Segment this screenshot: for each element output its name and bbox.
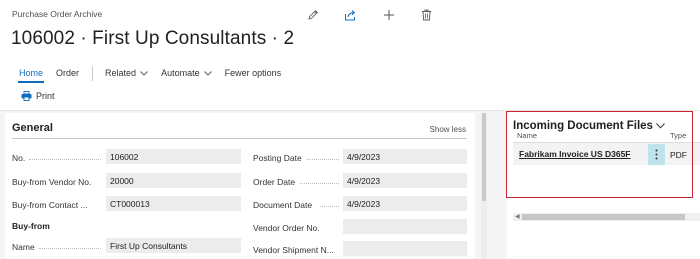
field-label-vendor-shipment-no: Vendor Shipment N... [253,245,334,255]
field-dots [300,183,339,184]
trash-icon[interactable] [418,7,434,23]
field-dots [320,206,339,207]
chevron-down-icon [140,70,148,76]
show-less-link[interactable]: Show less [430,125,466,134]
tab-automate-label: Automate [161,68,200,78]
field-value-no[interactable]: 106002 [106,149,241,164]
tab-related[interactable]: Related [105,68,148,78]
scroll-left-icon[interactable]: ◀ [515,213,520,220]
field-label-no: No. [12,153,26,163]
fewer-options-button[interactable]: Fewer options [225,68,282,78]
field-label-document-date: Document Date [253,200,313,210]
field-value-vendor-order-no[interactable] [343,219,467,234]
field-label-posting-date: Posting Date [253,153,302,163]
share-icon[interactable] [342,7,358,23]
scrollbar-thumb[interactable] [522,214,685,220]
print-label: Print [36,91,55,101]
horizontal-scrollbar[interactable]: ◀ [513,213,700,221]
field-value-name[interactable]: First Up Consultants [106,238,241,253]
plus-icon[interactable] [381,7,397,23]
tab-order-label: Order [56,68,80,78]
field-label-order-date: Order Date [253,177,296,187]
field-dots [29,159,101,160]
field-value-vendor-shipment-no[interactable] [343,241,467,256]
tab-related-label: Related [105,68,137,78]
header-actions [0,7,700,23]
nav-divider [92,65,94,81]
field-value-vendor-no[interactable]: 20000 [106,173,241,188]
scrollbar-thumb[interactable] [482,113,486,201]
printer-icon [21,91,32,101]
action-bar: Home Order Related Automate Fewer option… [17,65,294,83]
general-title[interactable]: General [12,122,53,134]
field-label-contact: Buy-from Contact ... [12,200,88,210]
field-dots [307,159,339,160]
field-value-contact[interactable]: CT000013 [106,196,241,211]
field-label-vendor-no: Buy-from Vendor No. [12,177,92,187]
print-button[interactable]: Print [21,91,55,101]
tab-automate[interactable]: Automate [161,68,212,78]
field-label-vendor-order-no: Vendor Order No. [253,223,320,233]
tab-home-label: Home [19,68,44,78]
fewer-options-label: Fewer options [224,68,282,78]
page-title: 106002 · First Up Consultants · 2 [11,28,295,49]
field-dots [39,248,101,249]
section-divider [12,138,467,139]
tab-home[interactable]: Home [17,68,45,83]
group-label-buy-from: Buy-from [12,221,50,231]
field-label-name: Name [12,242,35,252]
field-value-posting-date[interactable]: 4/9/2023 [343,149,467,164]
field-value-document-date[interactable]: 4/9/2023 [343,196,467,211]
vertical-scrollbar[interactable] [481,113,487,259]
chevron-down-icon [203,70,212,76]
general-section: General Show less No. 106002 Buy-from Ve… [5,113,475,259]
field-value-order-date[interactable]: 4/9/2023 [343,173,467,188]
tab-order[interactable]: Order [56,68,79,78]
pencil-icon[interactable] [305,7,321,23]
highlight-box [506,111,693,198]
